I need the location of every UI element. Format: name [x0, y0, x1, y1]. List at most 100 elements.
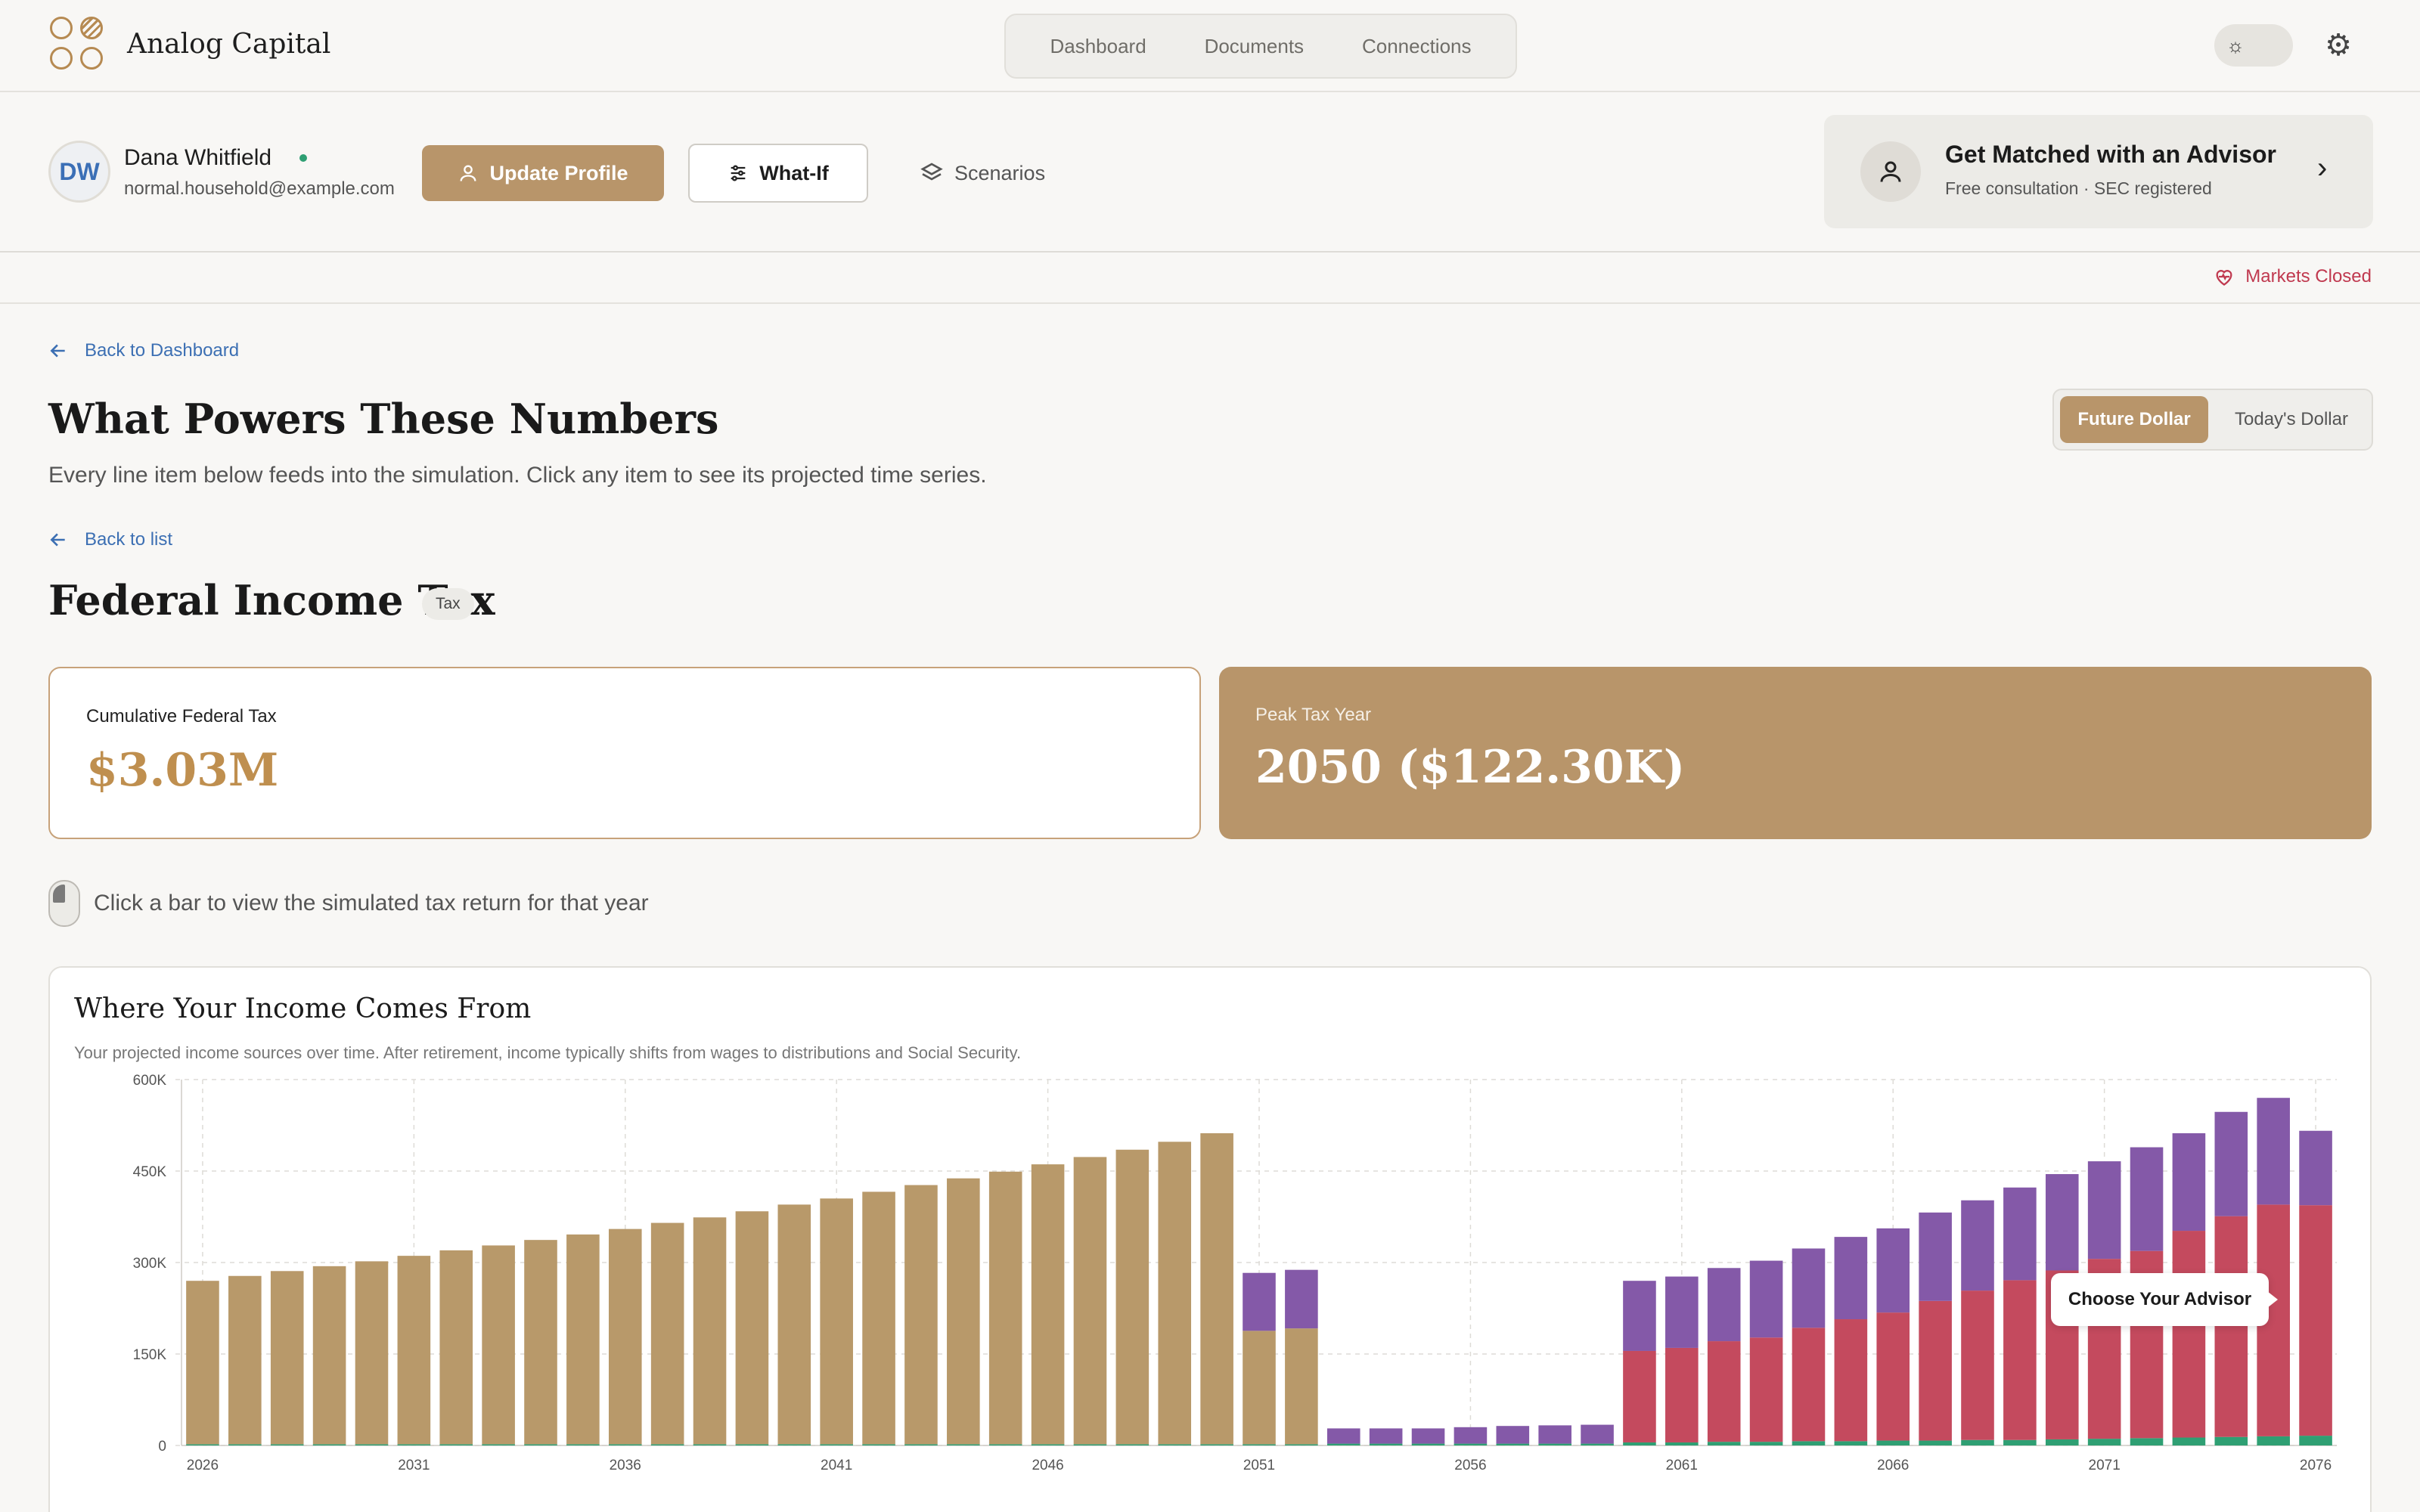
bar-segment-3: [1496, 1426, 1530, 1444]
user-icon: [460, 165, 476, 181]
bar-segment-0: [2172, 1437, 2206, 1445]
x-tick-label: 2036: [610, 1458, 641, 1473]
bar-segment-3: [1243, 1272, 1276, 1331]
bar-segment-3: [2045, 1174, 2079, 1271]
bar-segment-0: [608, 1444, 642, 1445]
bar-segment-0: [439, 1444, 473, 1445]
todays-dollar-option[interactable]: Today's Dollar: [2217, 396, 2366, 443]
bar-segment-0: [1876, 1440, 1910, 1445]
bar-segment-0: [1285, 1444, 1318, 1445]
bar-segment-1: [735, 1211, 769, 1445]
bar-segment-0: [650, 1444, 684, 1445]
theme-toggle[interactable]: ☼: [2214, 24, 2293, 67]
y-tick-label: 0: [158, 1439, 166, 1455]
cumulative-tax-value: $3.03M: [86, 744, 279, 797]
bar-segment-2: [1834, 1319, 1868, 1442]
bar-segment-3: [1834, 1237, 1868, 1320]
advisor-match-card[interactable]: Get Matched with an Advisor Free consult…: [1824, 115, 2373, 228]
bar-segment-1: [566, 1234, 600, 1445]
bar-segment-1: [270, 1271, 304, 1445]
bar-segment-3: [1538, 1425, 1571, 1444]
bar-segment-1: [1115, 1149, 1150, 1445]
brand-name[interactable]: Analog Capital: [127, 29, 330, 60]
bar-segment-0: [1326, 1443, 1360, 1445]
what-if-label: What-If: [759, 161, 829, 184]
bar-segment-1: [947, 1178, 980, 1445]
sliders-icon: [731, 165, 746, 181]
bar-segment-0: [2214, 1436, 2248, 1445]
back-to-dashboard-link[interactable]: Back to Dashboard: [48, 340, 239, 361]
layers-icon: [920, 163, 943, 181]
bar-segment-0: [735, 1444, 769, 1445]
bar-segment-0: [2130, 1438, 2164, 1445]
bar-segment-3: [1792, 1248, 1826, 1328]
bar-segment-1: [312, 1266, 346, 1445]
bar-segment-0: [777, 1444, 811, 1445]
market-status-label: Markets Closed: [2245, 266, 2372, 287]
user-name: Dana Whitfield: [124, 145, 272, 170]
bar-segment-0: [947, 1444, 980, 1445]
what-if-button[interactable]: What-If: [688, 144, 868, 203]
bar-segment-0: [355, 1444, 389, 1445]
click-bar-hint-text: Click a bar to view the simulated tax re…: [94, 891, 649, 916]
income-stacked-bar-chart: 0 150K 300K 450K 600K 2026 2031 2036 2041 2046 205…: [133, 1074, 2337, 1473]
brand-logo-icon[interactable]: [50, 17, 109, 74]
x-tick-label: 2046: [1032, 1458, 1063, 1473]
bar-segment-1: [777, 1204, 811, 1445]
update-profile-button[interactable]: Update Profile: [422, 145, 664, 201]
y-tick-label: 600K: [133, 1074, 167, 1089]
bar-segment-0: [1369, 1443, 1403, 1445]
bar-segment-0: [312, 1444, 346, 1445]
x-tick-label: 2076: [2300, 1458, 2332, 1473]
peak-tax-year-card: Peak Tax Year 2050 ($122.30K): [1219, 667, 2372, 839]
bar-segment-1: [862, 1191, 895, 1445]
y-tick-label: 150K: [133, 1347, 167, 1363]
bar-segment-3: [1919, 1212, 1952, 1301]
market-status-bar: Markets Closed: [0, 254, 2420, 304]
avatar[interactable]: DW: [48, 141, 110, 203]
bar-segment-0: [2045, 1439, 2079, 1445]
bar-segment-0: [1411, 1443, 1445, 1445]
bar-segment-3: [1581, 1424, 1614, 1444]
future-dollar-option[interactable]: Future Dollar: [2060, 396, 2208, 443]
bar-segment-0: [1031, 1444, 1065, 1445]
bar-segment-1: [1031, 1164, 1065, 1445]
choose-advisor-tooltip[interactable]: Choose Your Advisor: [2051, 1273, 2278, 1326]
nav-dashboard[interactable]: Dashboard: [1050, 35, 1146, 58]
back-to-list-link[interactable]: Back to list: [48, 529, 172, 550]
scenarios-button[interactable]: Scenarios: [920, 153, 1045, 194]
profile-bar: DW Dana Whitfield normal.household@examp…: [0, 92, 2420, 253]
bar-segment-0: [1158, 1444, 1192, 1445]
bar-segment-3: [1623, 1281, 1656, 1351]
nav-connections[interactable]: Connections: [1362, 35, 1472, 58]
bar-segment-0: [904, 1444, 938, 1445]
bar-segment-1: [988, 1171, 1022, 1445]
bar-segment-0: [1961, 1439, 1994, 1445]
bar-segment-2: [2003, 1280, 2037, 1440]
y-tick-label: 300K: [133, 1256, 167, 1272]
bar-segment-1: [1158, 1142, 1192, 1445]
main-nav: Dashboard Documents Connections: [1004, 14, 1517, 79]
settings-gear-icon[interactable]: ⚙: [2320, 27, 2356, 64]
user-email: normal.household@example.com: [124, 178, 395, 199]
bar-segment-1: [1243, 1331, 1276, 1445]
bar-segment-2: [1707, 1341, 1741, 1442]
bar-segment-0: [1243, 1444, 1276, 1445]
bar-segment-0: [2257, 1436, 2290, 1445]
bar-segment-1: [482, 1245, 515, 1445]
chart-subtitle: Your projected income sources over time.…: [74, 1043, 1022, 1062]
bar-segment-0: [693, 1444, 727, 1445]
bar-segment-3: [2172, 1132, 2206, 1232]
bar-segment-0: [524, 1444, 557, 1445]
mouse-icon: [48, 880, 80, 927]
bar-segment-3: [2130, 1147, 2164, 1251]
bar-segment-0: [2003, 1439, 2037, 1445]
bar-segment-3: [1454, 1427, 1488, 1444]
bar-segment-0: [1749, 1442, 1783, 1445]
nav-documents[interactable]: Documents: [1205, 35, 1305, 58]
bar-segment-1: [904, 1185, 938, 1445]
top-nav-bar: Analog Capital Dashboard Documents Conne…: [0, 0, 2420, 92]
x-tick-label: 2061: [1666, 1458, 1698, 1473]
peak-tax-year-label: Peak Tax Year: [1255, 705, 1372, 725]
bar-segment-0: [228, 1444, 262, 1445]
